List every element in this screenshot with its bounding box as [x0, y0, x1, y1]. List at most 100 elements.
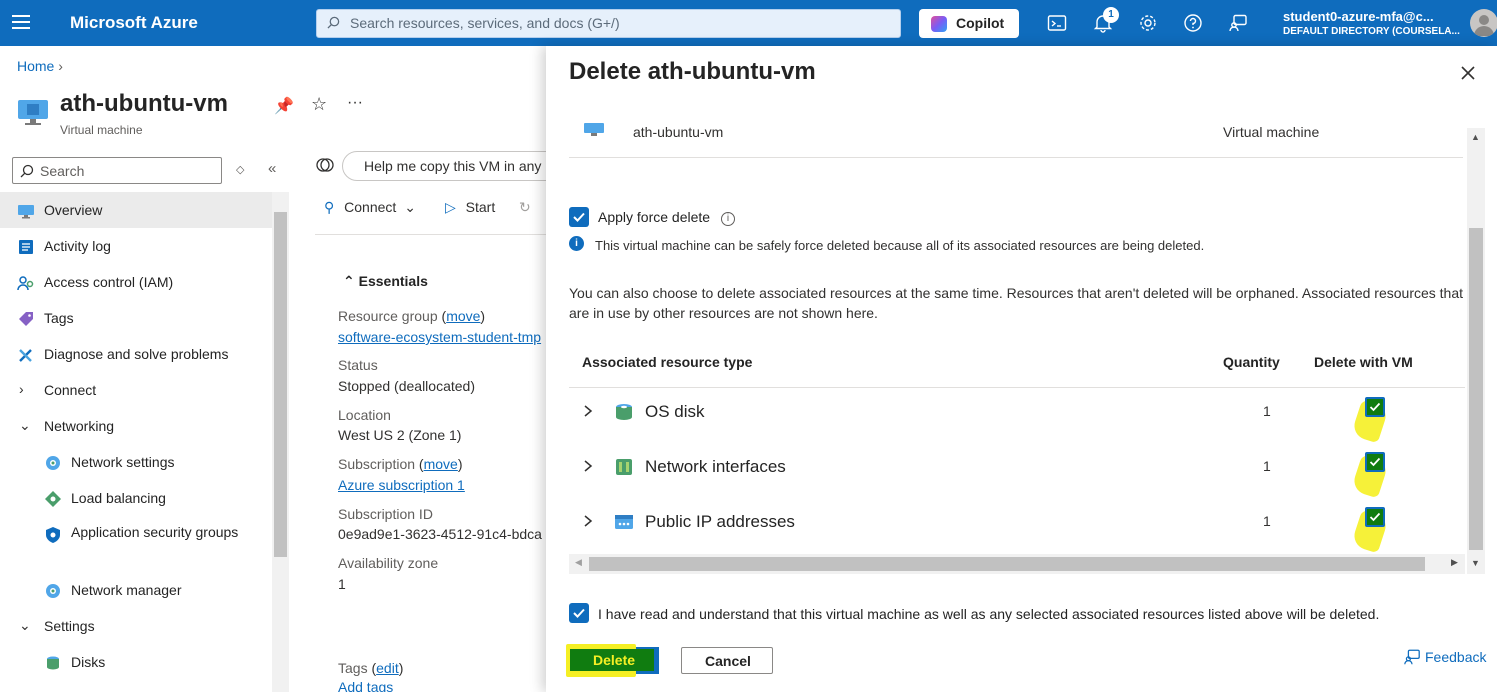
resource-name: Public IP addresses — [645, 512, 795, 531]
checkmark-icon — [1369, 402, 1381, 412]
nav-item-diagnose[interactable]: Diagnose and solve problems — [0, 336, 272, 372]
restart-icon[interactable]: ↻ — [519, 199, 531, 216]
close-icon[interactable] — [1458, 63, 1478, 83]
copilot-suggestion-pill[interactable]: Help me copy this VM in any — [342, 151, 562, 181]
essentials-toggle[interactable]: ⌃ Essentials — [343, 273, 428, 290]
nav-item-networking[interactable]: ⌄ Networking — [0, 408, 272, 444]
column-header-quantity: Quantity — [1223, 354, 1280, 370]
nav-item-activity-log[interactable]: Activity log — [0, 228, 272, 264]
breadcrumb-home[interactable]: Home — [17, 58, 54, 74]
brand-title[interactable]: Microsoft Azure — [70, 13, 198, 33]
vertical-scroll-thumb[interactable] — [1469, 228, 1483, 550]
move-rg-link[interactable]: move — [446, 308, 480, 324]
public-ip-icon — [615, 515, 633, 529]
expand-chevron-icon[interactable] — [583, 404, 593, 418]
checkmark-icon — [1369, 457, 1381, 467]
cancel-button[interactable]: Cancel — [681, 647, 773, 674]
play-icon: ▷ — [445, 199, 456, 215]
nav-label: Access control (IAM) — [44, 274, 174, 290]
cloud-shell-icon[interactable] — [1047, 13, 1067, 33]
scroll-up-arrow-icon[interactable]: ▲ — [1471, 132, 1480, 142]
disk-icon — [47, 656, 59, 670]
nav-label: Disks — [71, 654, 106, 670]
nav-label: Load balancing — [71, 490, 166, 506]
edit-tags-link[interactable]: edit — [376, 660, 399, 676]
search-icon — [20, 164, 34, 178]
collapse-sidebar-icon[interactable]: « — [268, 160, 276, 177]
availability-zone-label: Availability zone — [338, 555, 439, 571]
nav-item-overview[interactable]: Overview — [0, 192, 272, 228]
nav-item-tags[interactable]: Tags — [0, 300, 272, 336]
global-search-input[interactable]: Search resources, services, and docs (G+… — [316, 9, 901, 38]
confirm-label: I have read and understand that this vir… — [598, 606, 1380, 622]
user-icon — [1474, 15, 1494, 36]
confirm-checkbox[interactable] — [569, 603, 589, 623]
nav-item-network-settings[interactable]: Network settings — [0, 444, 272, 480]
network-settings-icon — [46, 456, 60, 470]
horizontal-scrollbar[interactable]: ◀ ▶ — [569, 554, 1465, 574]
side-search-input[interactable]: Search — [12, 157, 222, 184]
settings-gear-icon[interactable] — [1138, 13, 1158, 33]
delete-with-vm-checkbox[interactable] — [1365, 397, 1385, 417]
iam-icon — [17, 276, 34, 291]
feedback-icon[interactable] — [1228, 13, 1248, 33]
menu-icon[interactable] — [12, 15, 30, 29]
essentials-label: Essentials — [358, 273, 428, 289]
nav-item-settings[interactable]: ⌄ Settings — [0, 608, 272, 644]
resource-group-link[interactable]: software-ecosystem-student-tmp — [338, 329, 541, 345]
force-delete-checkbox[interactable] — [569, 207, 589, 227]
connect-button[interactable]: ⚲ Connect ⌄ — [324, 199, 416, 216]
move-subscription-link[interactable]: move — [424, 456, 458, 472]
resource-quantity: 1 — [1263, 458, 1271, 474]
account-menu[interactable]: student0-azure-mfa@c... DEFAULT DIRECTOR… — [1283, 9, 1460, 37]
nav-label: Networking — [44, 418, 115, 434]
chevron-down-icon: ⌄ — [19, 417, 31, 433]
load-balancing-icon — [45, 491, 61, 507]
expand-chevron-icon[interactable] — [583, 459, 593, 473]
filter-icon[interactable]: ◇ — [236, 163, 244, 176]
nav-item-connect[interactable]: › Connect — [0, 372, 272, 408]
nav-label: Tags — [44, 310, 74, 326]
nav-item-app-security-groups[interactable]: Application security groups — [0, 516, 272, 572]
resource-quantity: 1 — [1263, 403, 1271, 419]
account-directory: DEFAULT DIRECTORY (COURSELA... — [1283, 26, 1460, 37]
copilot-icon — [316, 158, 334, 172]
scroll-down-arrow-icon[interactable]: ▼ — [1471, 558, 1480, 568]
nav-item-disks[interactable]: Disks — [0, 644, 272, 680]
copilot-button[interactable]: Copilot — [919, 9, 1019, 38]
breadcrumb[interactable]: Home › — [17, 58, 63, 74]
delete-with-vm-checkbox[interactable] — [1365, 507, 1385, 527]
delete-vm-panel: Delete ath-ubuntu-vm ath-ubuntu-vm Virtu… — [546, 46, 1497, 692]
disk-icon — [616, 404, 632, 420]
nav-item-network-manager[interactable]: Network manager — [0, 572, 272, 608]
delete-with-vm-checkbox[interactable] — [1365, 452, 1385, 472]
add-tags-link[interactable]: Add tags — [338, 679, 393, 692]
horizontal-scroll-thumb[interactable] — [589, 557, 1425, 571]
chevron-up-icon: ⌃ — [343, 273, 355, 289]
vm-icon — [18, 205, 34, 219]
sidebar-scroll-thumb[interactable] — [274, 212, 287, 557]
more-options-icon[interactable]: ··· — [347, 94, 363, 112]
sidebar-scrollbar[interactable] — [272, 192, 289, 692]
pin-icon[interactable]: 📌 — [274, 96, 294, 116]
nav-item-load-balancing[interactable]: Load balancing — [0, 480, 272, 516]
favorite-star-icon[interactable]: ☆ — [311, 94, 327, 115]
vm-type: Virtual machine — [1223, 124, 1320, 140]
subscription-link[interactable]: Azure subscription 1 — [338, 477, 465, 493]
status-label: Status — [338, 357, 378, 373]
nav-item-iam[interactable]: Access control (IAM) — [0, 264, 272, 300]
delete-button[interactable]: Delete — [566, 644, 659, 677]
expand-chevron-icon[interactable] — [583, 514, 593, 528]
resource-group-field: Resource group (move) — [338, 308, 486, 324]
help-icon[interactable] — [1183, 13, 1203, 33]
vm-summary-row: ath-ubuntu-vm Virtual machine — [569, 118, 1463, 158]
feedback-icon — [1404, 649, 1420, 665]
scroll-right-arrow-icon[interactable]: ▶ — [1451, 557, 1458, 568]
avatar[interactable] — [1470, 9, 1497, 37]
vertical-scrollbar[interactable]: ▲ ▼ — [1467, 128, 1485, 574]
nav-label: Diagnose and solve problems — [44, 346, 229, 362]
info-icon[interactable]: i — [721, 212, 735, 226]
chevron-right-icon: › — [19, 381, 24, 397]
start-button[interactable]: ▷ Start — [445, 199, 495, 216]
scroll-left-arrow-icon[interactable]: ◀ — [575, 557, 582, 568]
